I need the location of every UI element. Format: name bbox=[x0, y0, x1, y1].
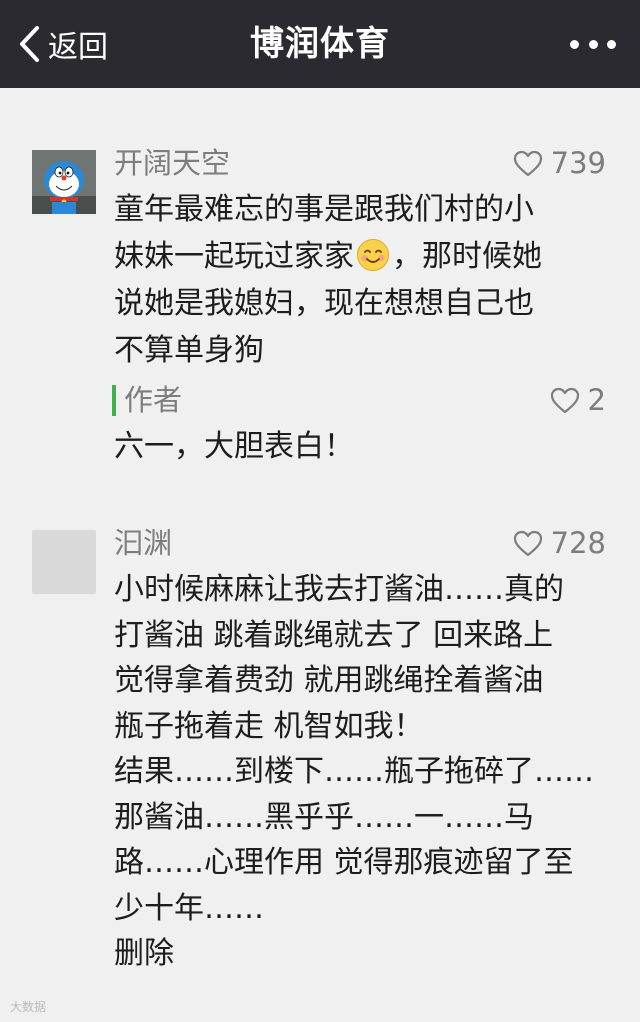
avatar[interactable] bbox=[32, 150, 96, 214]
author-reply-text: 六一，大胆表白！ bbox=[114, 429, 354, 464]
comment-text: 小时候麻麻让我去打酱油……真的 打酱油 跳着跳绳就去了 回来路上 觉得拿着费劲 … bbox=[114, 572, 594, 971]
author-reply-indicator bbox=[112, 385, 116, 416]
like-button[interactable]: 739 bbox=[513, 145, 606, 181]
back-label: 返回 bbox=[48, 30, 108, 65]
avatar[interactable] bbox=[32, 530, 96, 594]
dot bbox=[570, 39, 579, 49]
comment-text: 童年最难忘的事是跟我们村的小 妹妹一起玩过家家 ，那时候她 说她是我媳妇，现在想… bbox=[114, 186, 614, 374]
smiling-face-emoji-icon bbox=[357, 239, 389, 271]
heart-outline-icon bbox=[513, 150, 542, 176]
like-button[interactable]: 2 bbox=[550, 382, 606, 418]
doraemon-avatar-icon bbox=[32, 150, 96, 214]
like-button[interactable]: 728 bbox=[513, 525, 606, 561]
like-count: 739 bbox=[550, 146, 606, 180]
like-count: 728 bbox=[550, 526, 606, 560]
more-dots-icon[interactable] bbox=[570, 30, 616, 58]
top-nav-bar: 返回 博润体育 bbox=[0, 0, 640, 88]
like-count: 2 bbox=[587, 383, 606, 417]
comment-username[interactable]: 开阔天空 bbox=[114, 145, 230, 181]
dot bbox=[607, 39, 616, 49]
heart-outline-icon bbox=[513, 530, 542, 556]
back-button[interactable]: 返回 bbox=[18, 22, 108, 66]
heart-outline-icon bbox=[550, 387, 579, 413]
chevron-left-icon bbox=[20, 26, 39, 62]
watermark: 大数据 bbox=[10, 1000, 47, 1014]
author-label: 作者 bbox=[124, 383, 183, 417]
dot bbox=[588, 39, 598, 49]
comment-username[interactable]: 汩渊 bbox=[114, 525, 172, 561]
